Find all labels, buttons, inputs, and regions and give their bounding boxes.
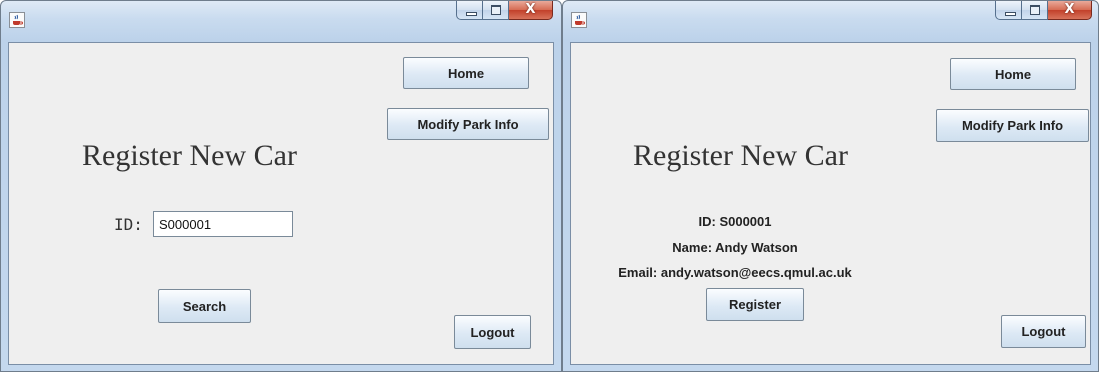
close-icon: X (1064, 2, 1075, 17)
content-panel: Home Modify Park Info Register New Car I… (570, 42, 1091, 365)
maximize-button[interactable] (483, 1, 509, 20)
maximize-icon (1030, 5, 1040, 15)
close-button[interactable]: X (1048, 1, 1092, 20)
id-label: ID: (114, 215, 143, 234)
logout-button[interactable]: Logout (1001, 315, 1086, 348)
window-register: X Home Modify Park Info Register New Car… (562, 0, 1099, 372)
minimize-icon (1005, 12, 1016, 16)
minimize-button[interactable] (456, 1, 483, 20)
java-cup-icon[interactable] (571, 12, 587, 28)
content-panel: Home Modify Park Info Register New Car I… (8, 42, 554, 365)
page-title: Register New Car (82, 139, 297, 172)
minimize-button[interactable] (995, 1, 1022, 20)
page-title: Register New Car (633, 139, 848, 172)
java-cup-icon[interactable] (9, 12, 25, 28)
register-button[interactable]: Register (706, 288, 804, 321)
name-text: Name: Andy Watson (672, 240, 798, 255)
logout-button[interactable]: Logout (454, 315, 531, 349)
search-button[interactable]: Search (158, 289, 251, 323)
home-button[interactable]: Home (403, 57, 529, 89)
minimize-icon (466, 12, 477, 16)
close-button[interactable]: X (509, 1, 553, 20)
modify-park-info-button[interactable]: Modify Park Info (387, 108, 549, 140)
home-button[interactable]: Home (950, 58, 1076, 90)
maximize-icon (491, 5, 501, 15)
id-text: ID: S000001 (698, 214, 772, 229)
maximize-button[interactable] (1022, 1, 1048, 20)
email-text: Email: andy.watson@eecs.qmul.ac.uk (618, 265, 852, 280)
window-search: X Home Modify Park Info Register New Car… (0, 0, 562, 372)
id-input[interactable] (153, 211, 293, 237)
modify-park-info-button[interactable]: Modify Park Info (936, 109, 1089, 142)
close-icon: X (525, 2, 536, 17)
